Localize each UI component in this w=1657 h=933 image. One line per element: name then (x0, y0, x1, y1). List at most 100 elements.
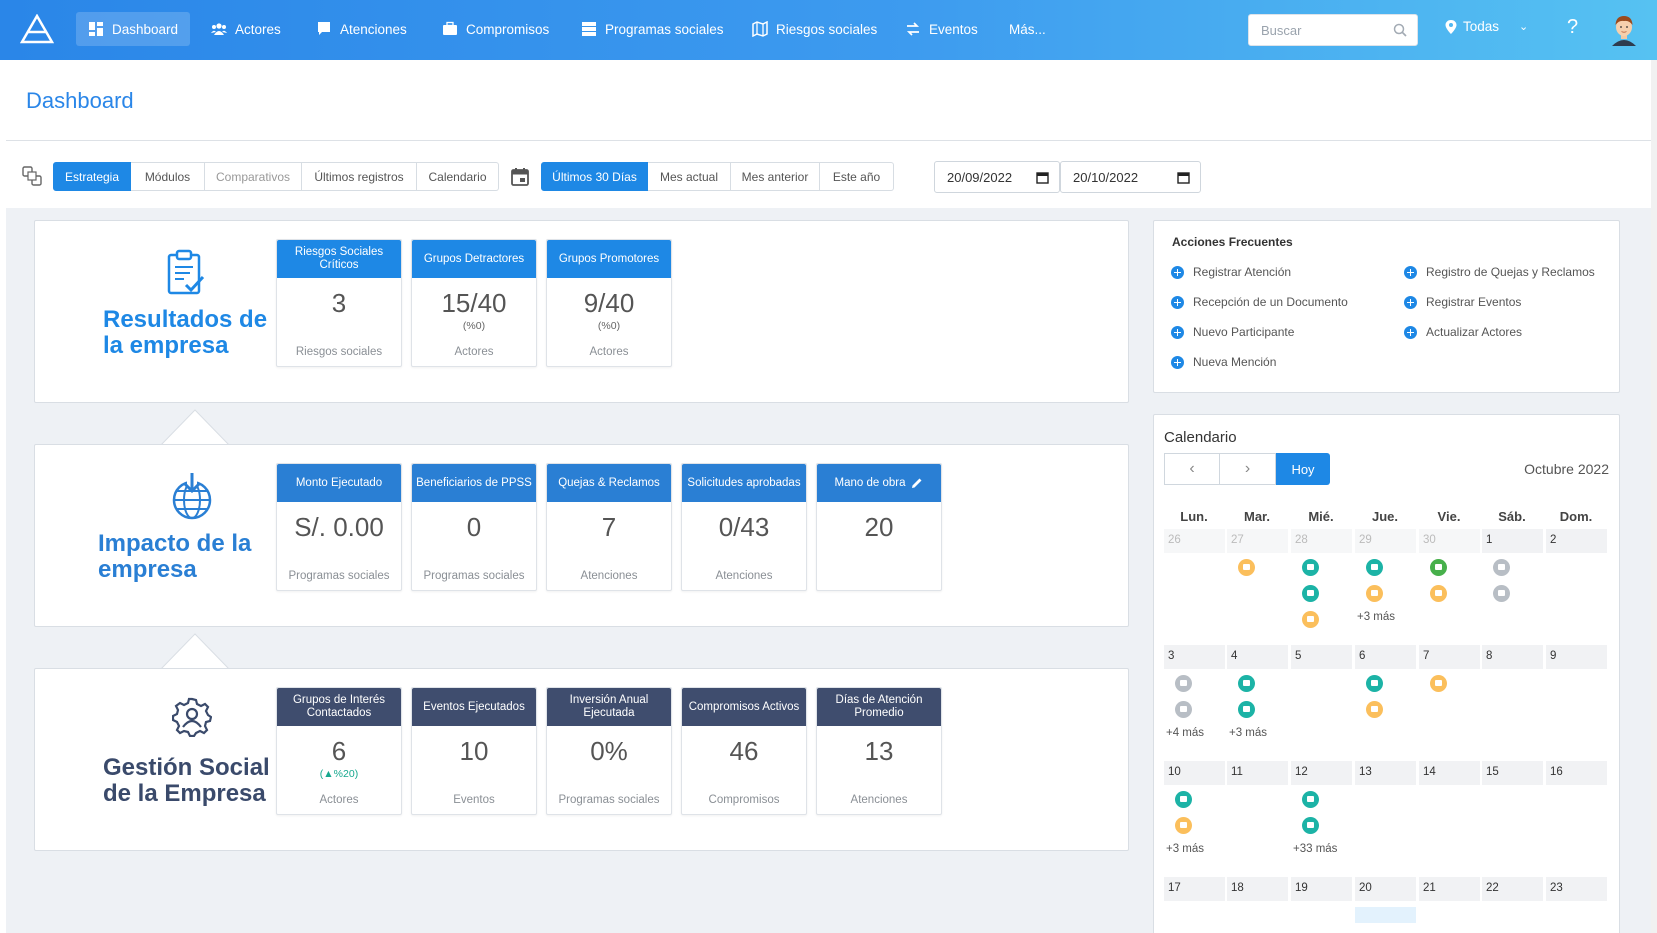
range-this-year[interactable]: Este año (820, 162, 894, 191)
tab-calendario[interactable]: Calendario (417, 162, 499, 191)
nav-atenciones[interactable]: Atenciones (304, 12, 419, 46)
app-logo[interactable] (20, 14, 54, 44)
search-icon[interactable] (1393, 23, 1407, 37)
calendar-day[interactable]: 26 (1164, 529, 1225, 553)
event-icon[interactable] (1430, 675, 1447, 692)
date-to-input[interactable]: 20/10/2022 (1060, 161, 1201, 193)
user-avatar[interactable] (1607, 12, 1641, 46)
kpi-card[interactable]: Grupos de Interés Contactados 6 (▲%20) A… (276, 687, 402, 815)
event-icon[interactable] (1366, 585, 1383, 602)
kpi-card[interactable]: Compromisos Activos 46 Compromisos (681, 687, 807, 815)
nav-dashboard[interactable]: Dashboard (76, 12, 191, 46)
event-icon[interactable] (1302, 585, 1319, 602)
calendar-day[interactable]: 12 (1291, 761, 1352, 785)
calendar-day[interactable]: 7 (1419, 645, 1480, 669)
help-button[interactable]: ? (1567, 16, 1578, 39)
kpi-card[interactable]: Quejas & Reclamos 7 Atenciones (546, 463, 672, 591)
tab-estrategia[interactable]: Estrategia (53, 162, 131, 191)
more-events-link[interactable]: +3 más (1357, 611, 1395, 623)
calendar-day[interactable]: 5 (1291, 645, 1352, 669)
event-icon[interactable] (1175, 675, 1192, 692)
kpi-card[interactable]: Beneficiarios de PPSS 0 Programas social… (411, 463, 537, 591)
action-nuevo-participante[interactable]: Nuevo Participante (1171, 325, 1294, 339)
kpi-card[interactable]: Eventos Ejecutados 10 Eventos (411, 687, 537, 815)
event-icon[interactable] (1175, 817, 1192, 834)
calendar-day[interactable]: 2 (1546, 529, 1607, 553)
event-icon[interactable] (1238, 701, 1255, 718)
calendar-day[interactable]: 30 (1419, 529, 1480, 553)
search-input[interactable] (1249, 15, 1379, 45)
scrollbar[interactable] (1651, 60, 1657, 933)
kpi-card[interactable]: Riesgos Sociales Críticos 3 Riesgos soci… (276, 239, 402, 367)
event-icon[interactable] (1430, 559, 1447, 576)
event-icon[interactable] (1302, 791, 1319, 808)
nav-more[interactable]: Más... (997, 12, 1058, 46)
calendar-day[interactable]: 16 (1546, 761, 1607, 785)
event-icon[interactable] (1366, 701, 1383, 718)
event-icon[interactable] (1366, 559, 1383, 576)
calendar-day[interactable]: 11 (1227, 761, 1288, 785)
action-registro-quejas[interactable]: Registro de Quejas y Reclamos (1404, 265, 1595, 279)
calendar-day[interactable]: 18 (1227, 877, 1288, 901)
event-icon[interactable] (1175, 791, 1192, 808)
event-icon[interactable] (1493, 585, 1510, 602)
calendar-day[interactable]: 4 (1227, 645, 1288, 669)
event-icon[interactable] (1175, 701, 1192, 718)
more-events-link[interactable]: +3 más (1166, 843, 1204, 855)
kpi-card[interactable]: Grupos Promotores 9/40 (%0) Actores (546, 239, 672, 367)
calendar-day[interactable]: 17 (1164, 877, 1225, 901)
nav-riesgos-sociales[interactable]: Riesgos sociales (740, 12, 889, 46)
kpi-card[interactable]: Días de Atención Promedio 13 Atenciones (816, 687, 942, 815)
more-events-link[interactable]: +4 más (1166, 727, 1204, 739)
calendar-day[interactable]: 21 (1419, 877, 1480, 901)
date-from-input[interactable]: 20/09/2022 (934, 161, 1060, 193)
calendar-day[interactable]: 14 (1419, 761, 1480, 785)
calendar-day[interactable]: 15 (1482, 761, 1543, 785)
tab-comparativos[interactable]: Comparativos (205, 162, 302, 191)
calendar-day[interactable]: 3 (1164, 645, 1225, 669)
location-selector[interactable]: Todas ⌄ (1445, 19, 1528, 34)
next-month-button[interactable]: › (1220, 453, 1276, 485)
kpi-card[interactable]: Solicitudes aprobadas 0/43 Atenciones (681, 463, 807, 591)
calendar-day[interactable]: 1 (1482, 529, 1543, 553)
nav-compromisos[interactable]: Compromisos (430, 12, 561, 46)
event-icon[interactable] (1430, 585, 1447, 602)
calendar-day[interactable]: 28 (1291, 529, 1352, 553)
tab-ultimos-registros[interactable]: Últimos registros (302, 162, 417, 191)
event-icon[interactable] (1302, 611, 1319, 628)
kpi-card[interactable]: Monto Ejecutado S/. 0.00 Programas socia… (276, 463, 402, 591)
kpi-card[interactable]: Mano de obra 20 (816, 463, 942, 591)
action-nueva-mencion[interactable]: Nueva Mención (1171, 355, 1276, 369)
layout-switch-icon[interactable] (22, 166, 42, 186)
event-icon[interactable] (1302, 817, 1319, 834)
calendar-day[interactable]: 20 (1355, 877, 1416, 901)
calendar-day[interactable]: 19 (1291, 877, 1352, 901)
prev-month-button[interactable]: ‹ (1164, 453, 1220, 485)
nav-programas-sociales[interactable]: Programas sociales (569, 12, 736, 46)
calendar-day[interactable]: 8 (1482, 645, 1543, 669)
calendar-day[interactable]: 22 (1482, 877, 1543, 901)
range-current-month[interactable]: Mes actual (648, 162, 731, 191)
calendar-icon[interactable] (1177, 171, 1190, 184)
more-events-link[interactable]: +3 más (1229, 727, 1267, 739)
event-icon[interactable] (1302, 559, 1319, 576)
event-icon[interactable] (1238, 675, 1255, 692)
event-icon[interactable] (1366, 675, 1383, 692)
calendar-day[interactable]: 6 (1355, 645, 1416, 669)
calendar-day[interactable]: 10 (1164, 761, 1225, 785)
calendar-day[interactable]: 29 (1355, 529, 1416, 553)
more-events-link[interactable]: +33 más (1293, 843, 1337, 855)
today-button[interactable]: Hoy (1276, 453, 1330, 485)
nav-eventos[interactable]: Eventos (893, 12, 990, 46)
event-icon[interactable] (1238, 559, 1255, 576)
event-icon[interactable] (1493, 559, 1510, 576)
kpi-card[interactable]: Grupos Detractores 15/40 (%0) Actores (411, 239, 537, 367)
action-registrar-eventos[interactable]: Registrar Eventos (1404, 295, 1521, 309)
tab-modulos[interactable]: Módulos (131, 162, 205, 191)
nav-actores[interactable]: Actores (199, 12, 293, 46)
calendar-day[interactable]: 13 (1355, 761, 1416, 785)
pencil-icon[interactable] (911, 477, 923, 489)
range-last-30-days[interactable]: Últimos 30 Días (541, 162, 648, 191)
kpi-card[interactable]: Inversión Anual Ejecutada 0% Programas s… (546, 687, 672, 815)
action-actualizar-actores[interactable]: Actualizar Actores (1404, 325, 1522, 339)
